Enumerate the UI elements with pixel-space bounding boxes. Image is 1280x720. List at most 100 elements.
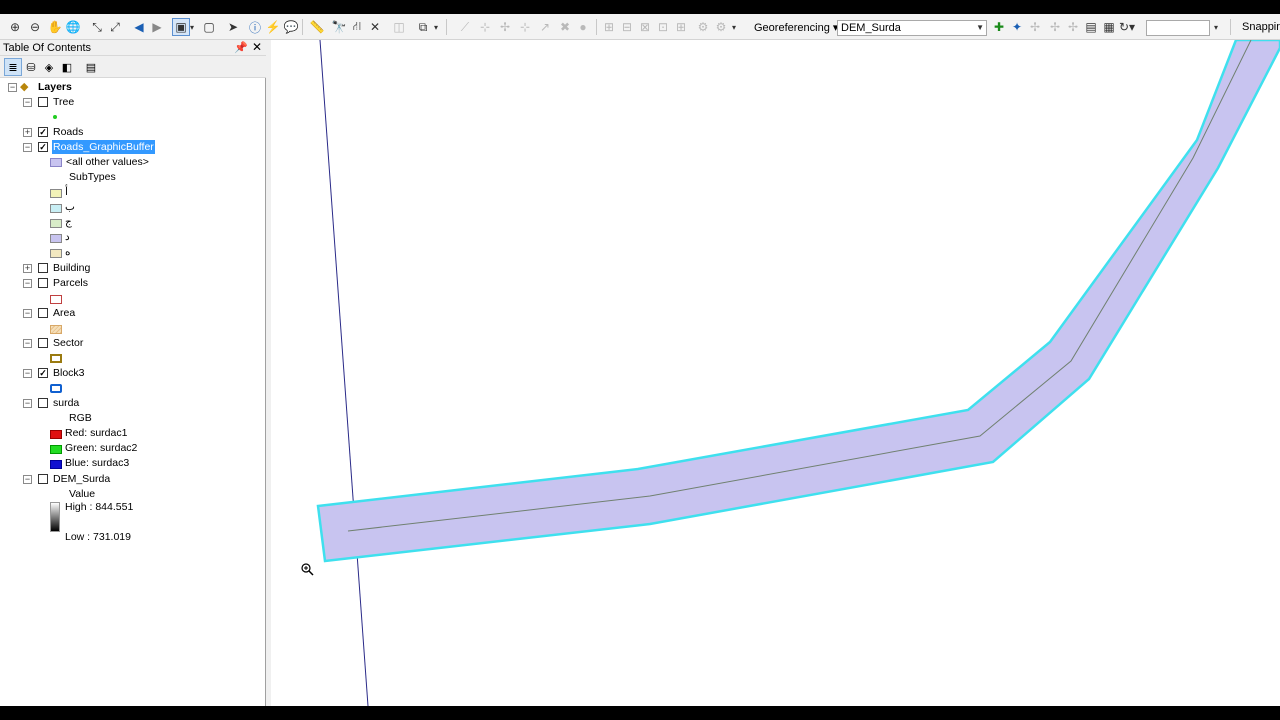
find-route-icon[interactable]: ⛙ [348, 18, 366, 36]
rotate-icon[interactable]: ↗ [536, 18, 554, 36]
collapse-icon[interactable]: − [8, 83, 17, 92]
road-buffer-polygon[interactable] [316, 40, 1280, 563]
list-by-visibility-icon[interactable]: ◈ [40, 58, 58, 76]
fixed-zoom-in-icon[interactable]: ⤡ [88, 18, 106, 36]
scale-input[interactable] [1146, 20, 1210, 36]
topology-icon-5[interactable]: ⊞ [672, 18, 690, 36]
subtype-label: ه [65, 246, 71, 258]
collapse-icon[interactable]: − [23, 98, 32, 107]
parcels-visibility-checkbox[interactable] [38, 278, 48, 288]
sketch-properties-icon[interactable]: ● [574, 18, 592, 36]
subtype-label: ج [65, 216, 72, 228]
back-extent-icon[interactable]: ◀ [130, 18, 148, 36]
collapse-icon[interactable]: − [23, 279, 32, 288]
reshape-icon[interactable]: ⊹ [476, 18, 494, 36]
list-by-source-icon[interactable]: ⛁ [22, 58, 40, 76]
measure-icon[interactable]: 📏 [308, 18, 326, 36]
roads-visibility-checkbox[interactable]: ✓ [38, 127, 48, 137]
blue-band-swatch [50, 460, 62, 469]
map-canvas[interactable] [271, 40, 1280, 706]
map-view[interactable] [271, 40, 1280, 706]
main-toolbar: ⊕ ⊖ ✋ 🌐 ⤡ ⤢ ◀ ▶ ▣ ▾ ▢ ➤ ⓘ ⚡ 💬 📏 🔭 ⛙ ✕ ◫ … [0, 14, 1280, 40]
toolbar-overflow-icon[interactable]: ▾ [730, 18, 738, 36]
list-by-drawing-order-icon[interactable]: ≣ [4, 58, 22, 76]
zoom-to-link-icon[interactable]: ✢ [1046, 18, 1064, 36]
select-link-icon[interactable]: ✢ [1026, 18, 1044, 36]
collapse-icon[interactable]: − [23, 309, 32, 318]
viewer-window-icon[interactable]: ⧉ [414, 18, 432, 36]
forward-extent-icon[interactable]: ▶ [148, 18, 166, 36]
viewer-icon[interactable]: ▦ [1100, 18, 1118, 36]
hyperlink-icon[interactable]: ⚡ [264, 18, 282, 36]
select-elements-icon[interactable]: ➤ [224, 18, 242, 36]
toolbar-overflow-icon[interactable]: ▾ [1212, 18, 1220, 36]
view-link-table-icon[interactable]: ▤ [1082, 18, 1100, 36]
layer-roads-label[interactable]: Roads [53, 125, 83, 139]
toolbar-overflow-icon[interactable]: ▾ [432, 18, 440, 36]
collapse-icon[interactable]: − [23, 339, 32, 348]
expand-icon[interactable]: + [23, 128, 32, 137]
clear-selection-icon[interactable]: ▢ [200, 18, 218, 36]
collapse-icon[interactable]: − [23, 399, 32, 408]
building-visibility-checkbox[interactable] [38, 263, 48, 273]
sector-visibility-checkbox[interactable] [38, 338, 48, 348]
close-icon[interactable]: ✕ [252, 40, 262, 54]
expand-icon[interactable]: + [23, 264, 32, 273]
fixed-zoom-out-icon[interactable]: ⤢ [106, 18, 124, 36]
roads-buffer-visibility-checkbox[interactable]: ✓ [38, 142, 48, 152]
topology-icon-6[interactable]: ⚙ [694, 18, 712, 36]
topology-icon-7[interactable]: ⚙ [712, 18, 730, 36]
layer-block3-label[interactable]: Block3 [53, 366, 85, 380]
layer-surda-label[interactable]: surda [53, 396, 79, 410]
html-popup-icon[interactable]: 💬 [282, 18, 300, 36]
green-band-label: Green: surdac2 [65, 442, 138, 454]
subtype-swatch [50, 204, 62, 213]
dem-visibility-checkbox[interactable] [38, 474, 48, 484]
surda-visibility-checkbox[interactable] [38, 398, 48, 408]
go-to-xy-icon[interactable]: ✕ [366, 18, 384, 36]
pin-icon[interactable]: 📌 [234, 41, 248, 54]
layer-parcels-label[interactable]: Parcels [53, 276, 88, 290]
tree-visibility-checkbox[interactable] [38, 97, 48, 107]
area-visibility-checkbox[interactable] [38, 308, 48, 318]
edit-vertices-icon[interactable]: ⟋ [456, 18, 474, 36]
auto-registration-icon[interactable]: ✦ [1008, 18, 1026, 36]
block3-visibility-checkbox[interactable]: ✓ [38, 368, 48, 378]
time-slider-icon[interactable]: ◫ [390, 18, 408, 36]
layer-dem-label[interactable]: DEM_Surda [53, 472, 110, 486]
collapse-icon[interactable]: − [23, 143, 32, 152]
snapping-menu[interactable]: Snappin [1242, 21, 1280, 33]
collapse-icon[interactable]: − [23, 475, 32, 484]
zoom-out-icon[interactable]: ⊖ [26, 18, 44, 36]
toolbar-separator [302, 19, 303, 35]
subtype-swatch [50, 189, 62, 198]
select-dropdown-icon[interactable]: ▾ [188, 18, 196, 36]
delete-link-icon[interactable]: ✢ [1064, 18, 1082, 36]
full-extent-icon[interactable]: 🌐 [64, 18, 82, 36]
options-icon[interactable]: ▤ [82, 58, 100, 76]
list-by-selection-icon[interactable]: ◧ [58, 58, 76, 76]
layer-sector-label[interactable]: Sector [53, 336, 83, 350]
layers-root-label[interactable]: Layers [38, 80, 72, 94]
topology-icon-4[interactable]: ⊡ [654, 18, 672, 36]
layer-area-label[interactable]: Area [53, 306, 75, 320]
georeferencing-layer-combo[interactable]: DEM_Surda ▼ [837, 20, 987, 36]
subtype-label: أ [65, 186, 68, 198]
identify-icon[interactable]: ⓘ [246, 18, 264, 36]
topology-icon-3[interactable]: ⊠ [636, 18, 654, 36]
zoom-in-icon[interactable]: ⊕ [6, 18, 24, 36]
cut-polygons-icon[interactable]: ⊹ [516, 18, 534, 36]
layer-roads-buffer-label[interactable]: Roads_GraphicBuffer [52, 140, 155, 154]
layer-building-label[interactable]: Building [53, 261, 90, 275]
topology-icon-2[interactable]: ⊟ [618, 18, 636, 36]
pan-icon[interactable]: ✋ [46, 18, 64, 36]
georeferencing-menu[interactable]: Georeferencing ▾ [754, 21, 838, 34]
add-control-points-icon[interactable]: ✚ [990, 18, 1008, 36]
topology-icon-1[interactable]: ⊞ [600, 18, 618, 36]
split-icon[interactable]: ✢ [496, 18, 514, 36]
find-icon[interactable]: 🔭 [330, 18, 348, 36]
collapse-icon[interactable]: − [23, 369, 32, 378]
rotate-dropdown-icon[interactable]: ↻▾ [1118, 18, 1136, 36]
attributes-icon[interactable]: ✖ [556, 18, 574, 36]
layer-tree-label[interactable]: Tree [53, 95, 74, 109]
